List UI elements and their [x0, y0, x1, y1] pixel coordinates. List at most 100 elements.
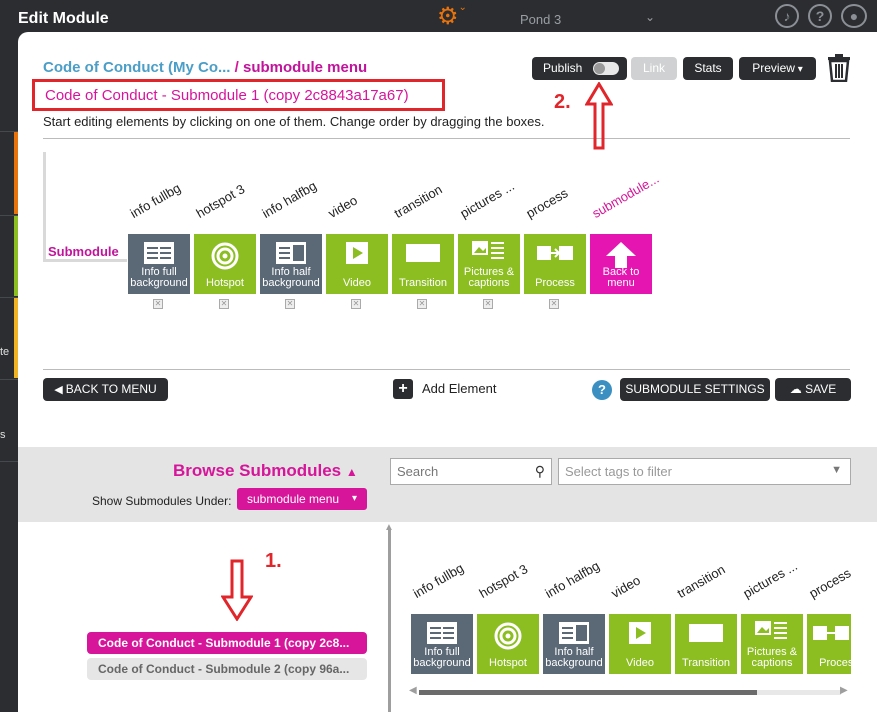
help-icon[interactable]: ? [808, 4, 832, 28]
hotspot-icon [494, 622, 522, 650]
remove-element-icon[interactable]: ✕ [483, 299, 493, 309]
element-tile-info-half[interactable]: Info half background [260, 234, 322, 294]
element-label: hotspot 3 [476, 561, 531, 601]
element-rail-line [43, 152, 46, 262]
publish-label: Publish [543, 61, 583, 75]
gear-icon[interactable]: ⚙⌄ [437, 2, 467, 30]
chevron-down-icon: ▼ [831, 464, 842, 476]
remove-element-icon[interactable]: ✕ [417, 299, 427, 309]
browse-submodules-bar: Browse Submodules ▲ Show Submodules Unde… [18, 447, 877, 522]
pictures-icon [472, 241, 504, 259]
save-label: SAVE [805, 382, 837, 396]
stats-button[interactable]: Stats [683, 57, 733, 80]
chevron-down-icon[interactable]: ⌄ [645, 10, 655, 24]
preview-rail-line [388, 529, 391, 712]
back-to-menu-button[interactable]: ◀ BACK TO MENU [43, 378, 168, 401]
annotation-up-arrow-icon [585, 82, 613, 150]
element-tile-pictures[interactable]: Pictures & captions [458, 234, 520, 294]
transition-icon [406, 244, 440, 262]
show-under-dropdown[interactable]: submodule menu ▾ [237, 488, 367, 510]
tile-caption: Hotspot [206, 277, 244, 289]
save-button[interactable]: ☁ SAVE [775, 378, 851, 401]
cloud-upload-icon: ☁ [789, 382, 806, 396]
element-tile-transition[interactable]: Transition [392, 234, 454, 294]
remove-element-icon[interactable]: ✕ [549, 299, 559, 309]
divider [43, 138, 850, 139]
preview-button[interactable]: Preview ▾ [739, 57, 816, 80]
tile-caption: Pictures & captions [746, 646, 798, 669]
tile-caption: Info half background [262, 266, 320, 289]
preview-tile-pictures[interactable]: Pictures & captions [741, 614, 803, 674]
element-rail-line [43, 259, 127, 262]
submodule-list-item[interactable]: Code of Conduct - Submodule 2 (copy 96a.… [87, 658, 367, 680]
show-under-label: Show Submodules Under: [92, 494, 232, 508]
element-tile-process[interactable]: Process [524, 234, 586, 294]
search-input[interactable]: Search ⚲ [390, 458, 552, 485]
annotation-down-arrow-icon [221, 559, 253, 621]
element-label: pictures ... [457, 178, 517, 221]
preview-tile-info-full[interactable]: Info full background [411, 614, 473, 674]
pond-selector[interactable]: Pond 3 [520, 12, 561, 27]
preview-tile-info-half[interactable]: Info half background [543, 614, 605, 674]
tags-filter-select[interactable]: Select tags to filter ▼ [558, 458, 851, 485]
editor-hint: Start editing elements by clicking on on… [43, 114, 545, 129]
triangle-up-icon: ▲ [384, 522, 394, 533]
tile-caption: Pictures & captions [463, 266, 515, 289]
breadcrumb-separator: / [234, 59, 239, 76]
preview-tile-video[interactable]: Video [609, 614, 671, 674]
breadcrumb-parent[interactable]: Code of Conduct (My Co... [43, 59, 230, 76]
element-label: info fullbg [410, 560, 467, 601]
element-tile-video[interactable]: Video [326, 234, 388, 294]
remove-element-icon[interactable]: ✕ [351, 299, 361, 309]
tile-caption: Process [535, 277, 575, 289]
process-icon [537, 246, 573, 260]
element-tile-info-full[interactable]: Info full background [128, 234, 190, 294]
tile-caption: Back to menu [602, 266, 640, 289]
chevron-down-icon: ▾ [351, 493, 357, 504]
element-label: transition [391, 181, 445, 221]
back-label: BACK TO MENU [65, 382, 157, 396]
triangle-left-icon: ◀ [54, 384, 66, 396]
left-sidebar: te s [0, 34, 18, 712]
video-icon [625, 622, 655, 644]
breadcrumb-child[interactable]: submodule menu [243, 59, 367, 76]
info-full-icon [427, 622, 457, 644]
tile-caption: Video [626, 657, 654, 669]
scroll-left-icon[interactable]: ◀ [409, 685, 417, 696]
remove-element-icon[interactable]: ✕ [153, 299, 163, 309]
tile-caption: Info half background [545, 646, 603, 669]
element-tile-back-to-menu[interactable]: Back to menu [590, 234, 652, 294]
preview-tile-transition[interactable]: Transition [675, 614, 737, 674]
submodule-list-item[interactable]: Code of Conduct - Submodule 1 (copy 2c8.… [87, 632, 367, 654]
submodule-settings-button[interactable]: SUBMODULE SETTINGS [620, 378, 770, 401]
divider [43, 369, 850, 370]
link-button[interactable]: Link [631, 57, 677, 80]
preview-tile-hotspot[interactable]: Hotspot [477, 614, 539, 674]
edit-panel: Code of Conduct (My Co... / submodule me… [18, 32, 877, 712]
remove-element-icon[interactable]: ✕ [285, 299, 295, 309]
bell-icon[interactable]: ♪ [775, 4, 799, 28]
help-icon[interactable]: ? [592, 380, 612, 400]
tile-caption: Info full background [413, 646, 471, 669]
scrollbar-thumb[interactable] [419, 690, 757, 695]
preview-tile-process[interactable]: Process [807, 614, 851, 674]
process-icon [813, 626, 849, 640]
add-element-icon[interactable]: + [393, 379, 413, 399]
sidebar-item-fragment[interactable]: te [0, 346, 9, 358]
top-bar: Edit Module ⚙⌄ Pond 3 ⌄ ♪ ? ● [0, 0, 877, 34]
element-label: submodule... [589, 170, 662, 221]
scroll-right-icon[interactable]: ▶ [840, 685, 848, 696]
add-element-button[interactable]: Add Element [422, 381, 496, 396]
user-avatar-icon[interactable]: ● [841, 4, 867, 28]
rail-label: Submodule [48, 244, 119, 259]
annotation-step-1: 1. [265, 550, 282, 572]
tile-caption: Video [343, 277, 371, 289]
sidebar-item-fragment[interactable]: s [0, 429, 6, 441]
element-tile-hotspot[interactable]: Hotspot [194, 234, 256, 294]
hotspot-icon [211, 242, 239, 270]
trash-icon[interactable] [827, 54, 851, 82]
tile-caption: Transition [399, 277, 447, 289]
back-arrow-icon [606, 242, 636, 268]
browse-title[interactable]: Browse Submodules ▲ [173, 461, 358, 481]
remove-element-icon[interactable]: ✕ [219, 299, 229, 309]
